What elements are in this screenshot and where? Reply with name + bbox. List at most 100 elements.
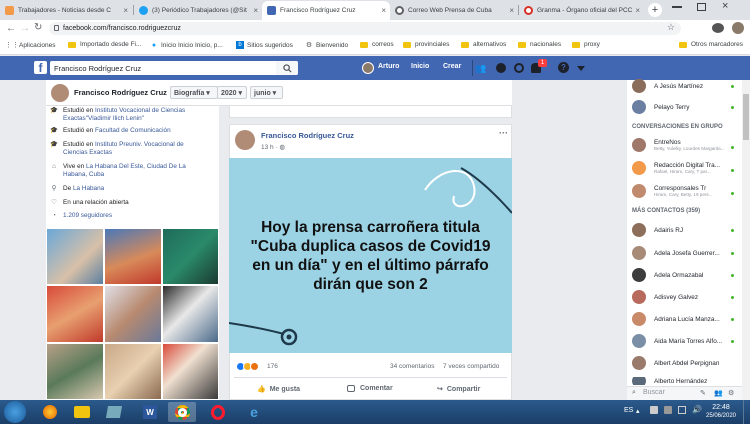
- close-tab-icon[interactable]: ×: [253, 6, 258, 15]
- photo-thumbnail[interactable]: [162, 228, 219, 285]
- show-desktop-button[interactable]: [743, 400, 750, 424]
- group-item[interactable]: Corresponsales Tr Hiram, Cary, Betty, 19 …: [632, 184, 738, 198]
- post-author-avatar[interactable]: [235, 130, 255, 150]
- messenger-icon[interactable]: [496, 63, 506, 73]
- search-button[interactable]: [276, 61, 298, 75]
- close-tab-icon[interactable]: ×: [635, 6, 640, 15]
- taskbar-firefox[interactable]: [36, 402, 64, 422]
- taskbar-opera[interactable]: [204, 402, 232, 422]
- contact-item[interactable]: Aida María Torres Alfo...: [632, 334, 738, 348]
- bookmark-apps[interactable]: ⋮⋮ Aplicaciones: [5, 41, 56, 50]
- bookmark-inicio[interactable]: ● Inicio Inicio Inicio, p...: [150, 41, 223, 49]
- bookmark-nacionales[interactable]: nacionales: [518, 41, 561, 48]
- close-window-icon[interactable]: ×: [722, 0, 728, 12]
- back-icon[interactable]: ←: [6, 23, 16, 34]
- contact-item[interactable]: Pelayo Terry: [632, 100, 738, 114]
- photo-thumbnail[interactable]: [104, 343, 162, 400]
- photo-thumbnail[interactable]: [162, 285, 219, 343]
- tab-facebook-active[interactable]: Francisco Rodríguez Cruz ×: [262, 1, 390, 20]
- scrollbar-thumb[interactable]: [743, 94, 749, 140]
- profile-avatar[interactable]: [732, 22, 744, 34]
- user-avatar[interactable]: [362, 62, 374, 74]
- create-link[interactable]: Crear: [443, 63, 461, 70]
- network-icon[interactable]: [678, 406, 686, 414]
- tray-app-icon[interactable]: [650, 406, 658, 414]
- contact-item[interactable]: A Jesús Martínez: [632, 79, 738, 93]
- contact-item[interactable]: Albert Abdel Perpignan: [632, 356, 738, 370]
- photo-thumbnail[interactable]: [46, 285, 104, 343]
- group-item[interactable]: Redacción Digital Tra... Rafael, Hiram, C…: [632, 161, 738, 175]
- restore-icon[interactable]: [697, 3, 706, 11]
- post-options-icon[interactable]: ···: [499, 128, 508, 138]
- bookmark-alternativos[interactable]: alternativos: [461, 41, 506, 48]
- taskbar-ie[interactable]: e: [240, 402, 268, 422]
- user-link[interactable]: Arturo: [378, 63, 399, 70]
- facebook-logo-icon[interactable]: f: [34, 61, 47, 75]
- group-item[interactable]: EntreNos Betty, Yulelky, Lourdes Margarit…: [632, 138, 738, 152]
- profile-name[interactable]: Francisco Rodríguez Cruz: [74, 88, 167, 97]
- school-link[interactable]: Facultad de Comunicación: [95, 127, 171, 134]
- minimize-icon[interactable]: [672, 6, 682, 8]
- tab-twitter[interactable]: (3) Periódico Trabajadores (@Sit ×: [134, 1, 262, 20]
- bookmark-sitios[interactable]: b Sitios sugeridos: [236, 41, 293, 49]
- tab-granma[interactable]: Granma - Órgano oficial del PCC ×: [519, 1, 644, 20]
- clock-time[interactable]: 22:48: [710, 404, 732, 411]
- reaction-count[interactable]: 176: [267, 363, 278, 370]
- contact-item[interactable]: Adela Ormazabal: [632, 268, 738, 282]
- share-button[interactable]: ↪ Compartir: [437, 385, 480, 394]
- contact-item[interactable]: Adisvey Galvez: [632, 290, 738, 304]
- hometown-link[interactable]: La Habana: [73, 185, 104, 192]
- photo-thumbnail[interactable]: [46, 343, 104, 400]
- contact-item[interactable]: Adairis RJ: [632, 223, 738, 237]
- followers-link[interactable]: 1.209 seguidores: [63, 212, 112, 220]
- facebook-search-input[interactable]: Francisco Rodríguez Cruz: [50, 61, 298, 75]
- tray-chevron-icon[interactable]: ▴: [636, 407, 640, 415]
- address-bar[interactable]: facebook.com/francisco.rodriguezcruz ☆: [49, 22, 681, 35]
- new-message-icon[interactable]: ✎: [700, 389, 706, 397]
- friend-requests-icon[interactable]: 👥: [475, 63, 487, 73]
- post-author-name[interactable]: Francisco Rodríguez Cruz: [261, 131, 354, 140]
- comment-button[interactable]: Comentar: [347, 385, 393, 392]
- taskbar-app[interactable]: [100, 402, 128, 422]
- chat-search-input[interactable]: Buscar: [643, 389, 665, 396]
- month-dropdown[interactable]: junio ▾: [250, 86, 283, 99]
- forward-icon[interactable]: →: [20, 23, 30, 34]
- taskbar-chrome[interactable]: [168, 402, 196, 422]
- watch-icon[interactable]: [514, 63, 524, 73]
- profile-avatar[interactable]: [50, 83, 70, 103]
- year-dropdown[interactable]: 2020 ▾: [217, 86, 247, 99]
- photo-thumbnail[interactable]: [104, 228, 162, 285]
- bookmark-provinciales[interactable]: provinciales: [403, 41, 449, 48]
- contact-item[interactable]: Adriana Lucía Manza...: [632, 312, 738, 326]
- post-time[interactable]: 13 h · ◍: [261, 143, 285, 151]
- volume-icon[interactable]: 🔊: [692, 405, 702, 414]
- section-dropdown[interactable]: Biografía ▾: [170, 86, 218, 99]
- new-group-icon[interactable]: 👥: [714, 389, 723, 397]
- bookmark-bienvenido[interactable]: ⚙ Bienvenido: [305, 41, 348, 50]
- taskbar-explorer[interactable]: [68, 402, 96, 422]
- like-button[interactable]: 👍 Me gusta: [257, 385, 300, 394]
- close-tab-icon[interactable]: ×: [509, 6, 514, 15]
- help-icon[interactable]: ?: [558, 62, 569, 73]
- tab-trabajadores[interactable]: Trabajadores - Noticias desde C ×: [0, 1, 132, 20]
- tab-correo[interactable]: Correo Web Prensa de Cuba ×: [390, 1, 518, 20]
- close-tab-icon[interactable]: ×: [381, 6, 386, 15]
- language-indicator[interactable]: ES: [624, 407, 633, 414]
- taskbar-word[interactable]: W: [136, 402, 164, 422]
- chat-settings-icon[interactable]: ⚙: [728, 389, 734, 397]
- contact-item[interactable]: Adela Josefa Guerrer...: [632, 246, 738, 260]
- bookmark-proxy[interactable]: proxy: [572, 41, 600, 48]
- extension-icon[interactable]: [712, 23, 724, 33]
- reload-icon[interactable]: ↻: [34, 22, 42, 33]
- bookmark-otros[interactable]: Otros marcadores: [679, 41, 743, 48]
- photo-thumbnail[interactable]: [162, 343, 219, 400]
- start-button[interactable]: [4, 401, 26, 423]
- bookmark-imported[interactable]: Importado desde Fi...: [68, 41, 141, 48]
- close-tab-icon[interactable]: ×: [123, 6, 128, 15]
- bookmark-correos[interactable]: correos: [360, 41, 394, 48]
- flag-icon[interactable]: [664, 406, 672, 414]
- reaction-icons[interactable]: [236, 362, 259, 371]
- comment-count[interactable]: 34 comentarios: [390, 363, 434, 370]
- home-link[interactable]: Inicio: [411, 63, 429, 70]
- new-tab-icon[interactable]: +: [648, 3, 662, 17]
